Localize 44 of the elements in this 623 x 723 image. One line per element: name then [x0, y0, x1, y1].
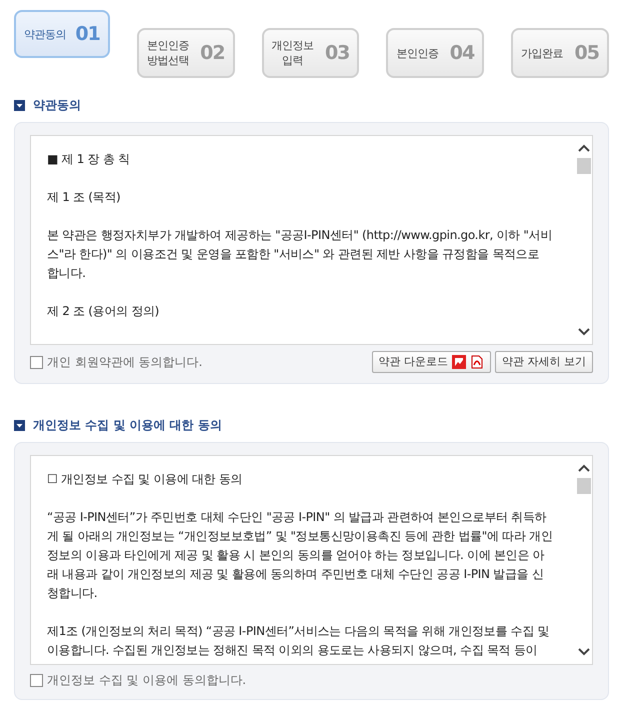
text-line: 래 내용과 같이 개인정보의 제공 및 활용에 동의하며 주민번호 대체 수단인 공공 I-PIN 발급을 신	[47, 566, 545, 583]
step-number: 04	[450, 40, 474, 66]
image-file-icon	[452, 355, 466, 369]
step-number: 02	[200, 40, 225, 66]
step-number: 05	[574, 40, 599, 66]
text-line: 이용합니다. 수집된 개인정보는 정해진 목적 이외의 용도로는 사용되지 않으며, 수집 목적 등이	[47, 642, 538, 659]
text-line: 청합니다.	[47, 585, 98, 602]
step-label: 본인인증	[396, 46, 438, 60]
scroll-down-icon[interactable]	[578, 648, 590, 656]
step-label: 가입완료	[521, 46, 564, 60]
step-label: 본인인증	[146, 38, 189, 53]
text-line: “공공 I-PIN센터”가 주민번호 대체 수단인 "공공 I-PIN" 의 발급과 관련하여 본인으로부터 취득하	[47, 509, 548, 526]
text-line: 합니다.	[47, 265, 87, 282]
step-label: 개인정보	[272, 38, 314, 53]
text-line: 정보의 이용과 타인에게 제공 및 활용 시 본인의 동의를 얻어야 하는 정보입니다. 이에 본인은 아	[47, 547, 546, 564]
agree-label: 개인 회원약관에 동의합니다.	[47, 354, 202, 371]
pdf-icon	[470, 355, 484, 369]
step-label: 방법선택	[146, 53, 189, 68]
collapse-icon[interactable]	[14, 420, 25, 430]
text-line: 스"라 한다)" 의 이용조건 및 운영을 포함한 "서비스" 와 관련된 제반 사항을 규정함을 목적으로	[47, 246, 540, 263]
text-line: ■ 제 1 장 총 칙	[47, 151, 131, 168]
section-title: 약관동의	[33, 97, 81, 114]
scroll-down-icon[interactable]	[578, 328, 590, 336]
scroll-thumb[interactable]	[576, 158, 590, 174]
download-button[interactable]: 약관 다운로드	[372, 351, 491, 373]
text-line: 본 약관은 행정자치부가 개발하여 제공하는 "공공I-PIN센터" (http://www.gpin.go.kr, 이하 "서비	[47, 227, 554, 244]
scroll-up-icon[interactable]	[578, 464, 590, 472]
collapse-icon[interactable]	[14, 100, 25, 110]
step-label: 약관동의	[24, 26, 66, 42]
scroll-thumb[interactable]	[576, 478, 590, 494]
text-line: 제 1 조 (목적)	[47, 189, 122, 206]
checkbox[interactable]	[30, 674, 43, 686]
text-line: 제 2 조 (용어의 정의)	[47, 303, 160, 320]
step-number: 01	[75, 22, 100, 47]
checkbox[interactable]	[30, 356, 43, 368]
scroll-up-icon[interactable]	[578, 144, 590, 152]
detail-button[interactable]: 약관 자세히 보기	[495, 351, 593, 373]
step-label: 입력	[282, 53, 304, 68]
text-line: ☐ 개인정보 수집 및 이용에 대한 동의	[47, 471, 244, 488]
section-title: 개인정보 수집 및 이용에 대한 동의	[33, 417, 222, 434]
text-line: 제1조 (개인정보의 처리 목적) “공공 I-PIN센터”서비스는 다음의 목적을 위해 개인정보를 수집 및	[47, 623, 550, 640]
agree-label: 개인정보 수집 및 이용에 동의합니다.	[47, 672, 246, 689]
text-line: 게 될 아래의 개인정보는 “개인정보보호법” 및 "정보통신망이용촉진 등에 관한 법률"에 따라 개인	[47, 528, 554, 545]
step-number: 03	[324, 40, 350, 66]
